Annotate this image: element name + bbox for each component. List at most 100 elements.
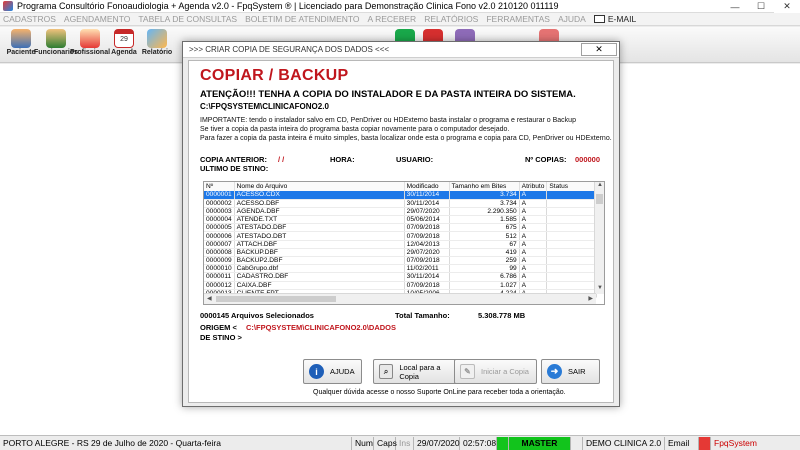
menu-agendamento[interactable]: AGENDAMENTO bbox=[64, 14, 130, 24]
status-ins: Ins bbox=[396, 436, 414, 450]
table-cell: ACESSO.DBF bbox=[234, 199, 405, 208]
funcionarios-button[interactable]: Funcionarios bbox=[34, 29, 78, 61]
menu-boletim[interactable]: BOLETIM DE ATENDIMENTO bbox=[245, 14, 359, 24]
table-cell bbox=[546, 207, 598, 217]
table-cell: 3.734 bbox=[449, 191, 520, 200]
table-cell: 512 bbox=[449, 231, 520, 241]
status-bar: PORTO ALEGRE - RS 29 de Julho de 2020 - … bbox=[0, 435, 800, 450]
table-row[interactable]: 0000006 ATESTADO.DBT 07/09/2018 512 A bbox=[204, 231, 598, 241]
table-cell: 99 bbox=[449, 264, 520, 274]
col-atributo[interactable]: Atributo bbox=[519, 182, 548, 191]
table-cell: 2.290.350 bbox=[449, 207, 520, 217]
table-row[interactable]: 0000011 CADASTRO.DBF 30/11/2014 6.786 A bbox=[204, 272, 598, 282]
table-cell: 11/02/2011 bbox=[404, 264, 450, 274]
col-tamanho[interactable]: Tamanho em Bites bbox=[449, 182, 520, 191]
dialog-close-button[interactable]: ✕ bbox=[581, 43, 617, 56]
menu-relatorios[interactable]: RELATÓRIOS bbox=[424, 14, 478, 24]
col-nome[interactable]: Nome do Arquivo bbox=[234, 182, 405, 191]
table-row[interactable]: 0000007 ATTACH.DBF 12/04/2013 67 A bbox=[204, 240, 598, 249]
search-icon: ⌕ bbox=[379, 364, 394, 379]
table-row[interactable]: 0000002 ACESSO.DBF 30/11/2014 3.734 A bbox=[204, 199, 598, 208]
table-cell: ATESTADO.DBT bbox=[234, 231, 405, 241]
info-line-1: IMPORTANTE: tendo o instalador salvo em … bbox=[200, 117, 576, 124]
local-copia-button[interactable]: ⌕ Local para a Copia bbox=[373, 359, 460, 384]
table-row[interactable]: 0000008 BACKUP.DBF 29/07/2020 419 A bbox=[204, 248, 598, 258]
menu-cadastros[interactable]: CADASTROS bbox=[3, 14, 56, 24]
total-tamanho-value: 5.308.778 MB bbox=[478, 311, 526, 320]
table-cell: 0000006 bbox=[204, 231, 235, 241]
col-status[interactable]: Status bbox=[546, 182, 598, 191]
vertical-scrollbar[interactable]: ▲ ▼ bbox=[594, 182, 604, 294]
agenda-button[interactable]: 29 Agenda bbox=[107, 29, 141, 61]
scroll-down-icon[interactable]: ▼ bbox=[595, 285, 604, 294]
file-table[interactable]: Nº Nome do Arquivo Modificado Tamanho em… bbox=[203, 181, 605, 305]
iniciar-copia-button[interactable]: ✎ Iniciar a Copia bbox=[454, 359, 537, 384]
window-controls: — ☐ ✕ bbox=[722, 0, 800, 13]
table-cell: 6.786 bbox=[449, 272, 520, 282]
table-cell: 0000009 bbox=[204, 256, 235, 266]
table-cell: 0000012 bbox=[204, 281, 235, 290]
table-cell: ATTACH.DBF bbox=[234, 240, 405, 249]
arquivos-selecionados: 0000145 Arquivos Selecionados bbox=[200, 311, 314, 320]
col-modificado[interactable]: Modificado bbox=[404, 182, 450, 191]
col-num[interactable]: Nº bbox=[204, 182, 235, 191]
menu-ajuda[interactable]: AJUDA bbox=[558, 14, 586, 24]
status-indicator bbox=[497, 436, 509, 450]
close-icon[interactable]: ✕ bbox=[774, 0, 800, 13]
minimize-icon[interactable]: — bbox=[722, 0, 748, 13]
table-cell: 3.734 bbox=[449, 199, 520, 208]
paciente-button[interactable]: Paciente bbox=[4, 29, 38, 61]
horizontal-scrollbar[interactable]: ◀ ▶ bbox=[204, 293, 596, 304]
table-row[interactable]: 0000004 ATENDE.TXT 05/06/2014 1.585 A bbox=[204, 215, 598, 225]
origem-label: ORIGEM < bbox=[200, 323, 237, 332]
system-path: C:\FPQSYSTEM\CLINICAFONO2.0 bbox=[200, 102, 329, 111]
table-cell: 1.585 bbox=[449, 215, 520, 225]
table-header: Nº Nome do Arquivo Modificado Tamanho em… bbox=[204, 182, 598, 191]
menu-a-receber[interactable]: A RECEBER bbox=[368, 14, 417, 24]
table-cell bbox=[546, 215, 598, 225]
table-cell: A bbox=[519, 231, 548, 241]
vertical-scroll-thumb[interactable] bbox=[596, 194, 603, 204]
table-cell: 419 bbox=[449, 248, 520, 258]
table-cell: CabGrupo.dbf bbox=[234, 264, 405, 274]
maximize-icon[interactable]: ☐ bbox=[748, 0, 774, 13]
copia-anterior-value: / / bbox=[278, 155, 285, 164]
table-row[interactable]: 0000003 AGENDA.DBF 29/07/2020 2.290.350 A bbox=[204, 207, 598, 217]
table-row[interactable]: 0000009 BACKUP2.DBF 07/09/2018 259 A bbox=[204, 256, 598, 266]
scroll-left-icon[interactable]: ◀ bbox=[207, 295, 212, 302]
table-cell: A bbox=[519, 240, 548, 249]
table-cell: 0000008 bbox=[204, 248, 235, 258]
status-date: 29/07/2020 bbox=[414, 436, 460, 450]
relatorio-button[interactable]: Relatório bbox=[140, 29, 174, 61]
menu-ferramentas[interactable]: FERRAMENTAS bbox=[486, 14, 550, 24]
table-cell: 05/06/2014 bbox=[404, 215, 450, 225]
table-cell: 29/07/2020 bbox=[404, 207, 450, 217]
status-time: 02:57:08 bbox=[460, 436, 497, 450]
table-row[interactable]: 0000001 ACESSO.CDX 30/11/2014 3.734 A bbox=[204, 191, 598, 200]
table-cell: 12/04/2013 bbox=[404, 240, 450, 249]
scroll-right-icon[interactable]: ▶ bbox=[588, 295, 593, 302]
email-icon[interactable] bbox=[593, 15, 605, 23]
scroll-up-icon[interactable]: ▲ bbox=[595, 182, 604, 191]
menu-tabela-consultas[interactable]: TABELA DE CONSULTAS bbox=[138, 14, 237, 24]
table-cell: ACESSO.CDX bbox=[234, 191, 405, 200]
ajuda-button[interactable]: i AJUDA bbox=[303, 359, 362, 384]
table-cell: ATENDE.TXT bbox=[234, 215, 405, 225]
table-cell: A bbox=[519, 256, 548, 266]
status-email[interactable]: Email bbox=[665, 436, 699, 450]
profissional-button[interactable]: Profissional bbox=[70, 29, 110, 61]
table-row[interactable]: 0000012 CAIXA.DBF 07/09/2018 1.027 A bbox=[204, 281, 598, 290]
table-row[interactable]: 0000010 CabGrupo.dbf 11/02/2011 99 A bbox=[204, 264, 598, 274]
patient-icon bbox=[11, 29, 31, 48]
table-cell: CADASTRO.DBF bbox=[234, 272, 405, 282]
table-cell: A bbox=[519, 264, 548, 274]
status-num: Num bbox=[352, 436, 374, 450]
table-cell: A bbox=[519, 248, 548, 258]
table-cell bbox=[546, 199, 598, 208]
table-cell: 67 bbox=[449, 240, 520, 249]
horizontal-scroll-thumb[interactable] bbox=[216, 296, 336, 302]
table-row[interactable]: 0000005 ATESTADO.DBF 07/09/2018 675 A bbox=[204, 223, 598, 233]
menu-email[interactable]: E-MAIL bbox=[608, 14, 636, 24]
table-cell: 07/09/2018 bbox=[404, 223, 450, 233]
sair-button[interactable]: ➜ SAIR bbox=[541, 359, 600, 384]
